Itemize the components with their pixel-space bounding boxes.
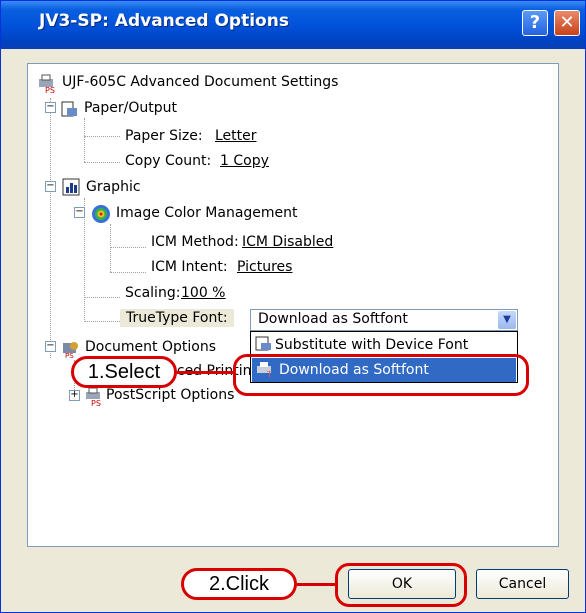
scaling-value[interactable]: 100 % (181, 284, 225, 302)
document-options-icon: PS (61, 338, 79, 360)
postscript-options-label: PostScript Options (106, 387, 235, 403)
document-options-label: Document Options (85, 339, 216, 355)
truetype-font-select[interactable]: Download as Softfont ▼ (250, 309, 518, 331)
graphic-label: Graphic (86, 179, 141, 195)
svg-text:PS: PS (91, 399, 101, 406)
dropdown-arrow-icon[interactable]: ▼ (498, 311, 516, 329)
paper-output-collapse-toggle[interactable]: − (45, 102, 56, 113)
copy-count-label: Copy Count: (125, 153, 212, 169)
ok-button[interactable]: OK (348, 569, 456, 599)
cancel-button[interactable]: Cancel (476, 569, 569, 599)
window-title: JV3-SP: Advanced Options (39, 11, 289, 31)
title-bar[interactable]: JV3-SP: Advanced Options ? ✕ (1, 1, 585, 49)
close-button[interactable]: ✕ (554, 10, 580, 36)
settings-tree: PS UJF-605C Advanced Document Settings −… (27, 63, 559, 547)
postscript-icon: PS (84, 386, 102, 408)
icm-collapse-toggle[interactable]: − (74, 207, 85, 218)
root-settings-label: UJF-605C Advanced Document Settings (62, 74, 339, 90)
icm-label: Image Color Management (116, 205, 298, 221)
document-options-collapse-toggle[interactable]: − (45, 341, 56, 352)
truetype-font-label: TrueType Font: (120, 309, 234, 327)
advanced-options-dialog: JV3-SP: Advanced Options ? ✕ PS UJF-605C… (0, 0, 586, 613)
icm-intent-label: ICM Intent: (151, 259, 228, 275)
color-management-icon (91, 204, 110, 223)
select-callout: 1.Select (71, 356, 177, 388)
click-connector-line (297, 583, 337, 586)
click-callout: 2.Click (181, 568, 297, 600)
select-connector-line (177, 371, 235, 374)
help-button[interactable]: ? (522, 10, 548, 36)
icm-method-value[interactable]: ICM Disabled (242, 233, 333, 251)
printer-ps-icon: PS (37, 73, 55, 95)
select-highlight-ring (233, 354, 529, 396)
truetype-font-selected-value: Download as Softfont (258, 311, 408, 327)
graphic-chart-icon (62, 178, 80, 196)
icm-intent-value[interactable]: Pictures (237, 258, 292, 276)
paper-size-label: Paper Size: (125, 128, 203, 144)
scaling-label: Scaling: (125, 285, 181, 301)
paper-output-icon (59, 99, 77, 117)
graphic-collapse-toggle[interactable]: − (45, 181, 56, 192)
svg-text:PS: PS (45, 86, 55, 93)
paper-output-label: Paper/Output (84, 100, 177, 116)
postscript-expand-toggle[interactable]: + (69, 390, 80, 401)
icm-method-label: ICM Method: (151, 234, 239, 250)
device-font-icon (255, 336, 275, 352)
copy-count-value[interactable]: 1 Copy (220, 152, 269, 170)
option-substitute-label: Substitute with Device Font (275, 337, 469, 353)
svg-text:PS: PS (65, 352, 74, 358)
paper-size-value[interactable]: Letter (215, 127, 257, 145)
